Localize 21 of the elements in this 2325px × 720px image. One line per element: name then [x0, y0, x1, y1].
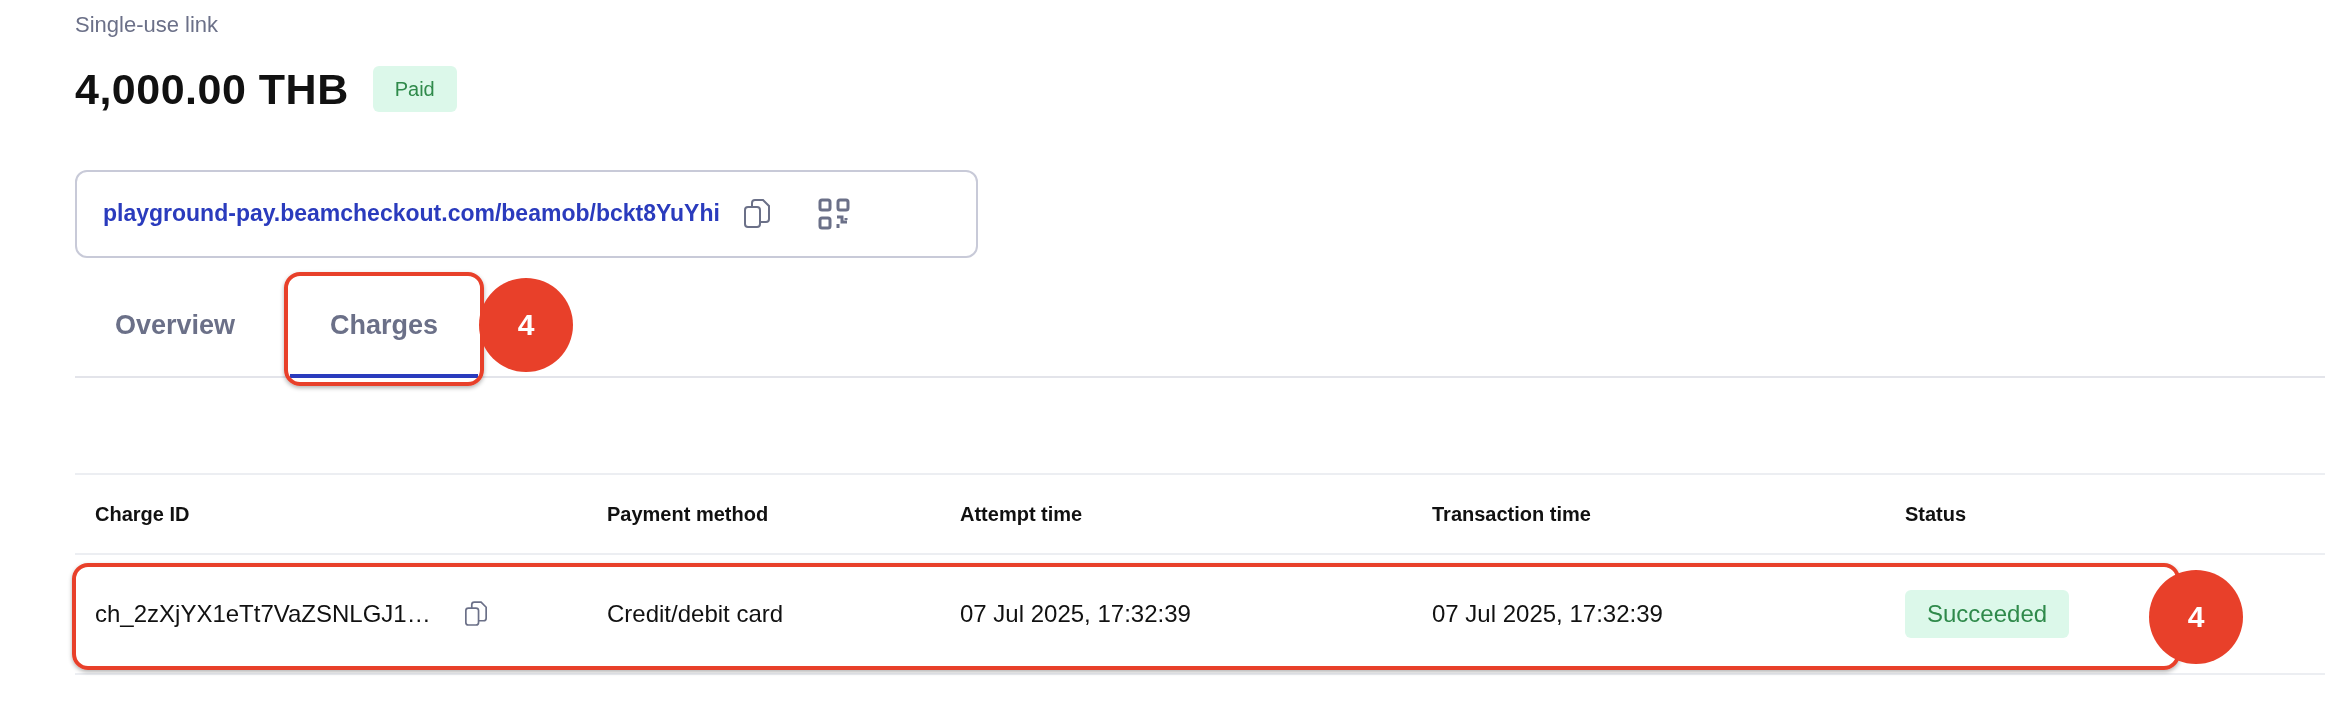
callout-number: 4 — [479, 277, 574, 372]
column-header: Charge ID — [95, 501, 191, 527]
payment-method: Credit/debit card — [607, 598, 785, 629]
qr-code-icon[interactable] — [817, 197, 850, 230]
attempt-time: 07 Jul 2025, 17:32:39 — [960, 598, 1192, 629]
tab[interactable]: Overview — [75, 277, 276, 378]
callout-number: 4 — [2149, 569, 2243, 664]
payment-link[interactable]: playground-pay.beamcheckout.com/beamob/bckt8YuYhi — [103, 196, 720, 231]
transaction-time: 07 Jul 2025, 17:32:39 — [1432, 598, 1664, 629]
column-header: Attempt time — [960, 501, 1084, 527]
copy-icon[interactable] — [743, 198, 770, 229]
column-header: Transaction time — [1432, 501, 1592, 527]
status-badge: Succeeded — [1905, 589, 2070, 638]
column-header: Status — [1905, 501, 1968, 527]
tab[interactable]: Charges — [290, 277, 479, 378]
copy-icon[interactable] — [464, 600, 487, 627]
status-badge: Paid — [372, 66, 457, 113]
amount: 4,000.00 THB — [75, 64, 349, 115]
column-header: Payment method — [607, 501, 770, 527]
page-subtitle: Single-use link — [75, 11, 220, 39]
charge-id: ch_2zXjYX1eTt7VaZSNLGJ1… — [95, 598, 431, 629]
